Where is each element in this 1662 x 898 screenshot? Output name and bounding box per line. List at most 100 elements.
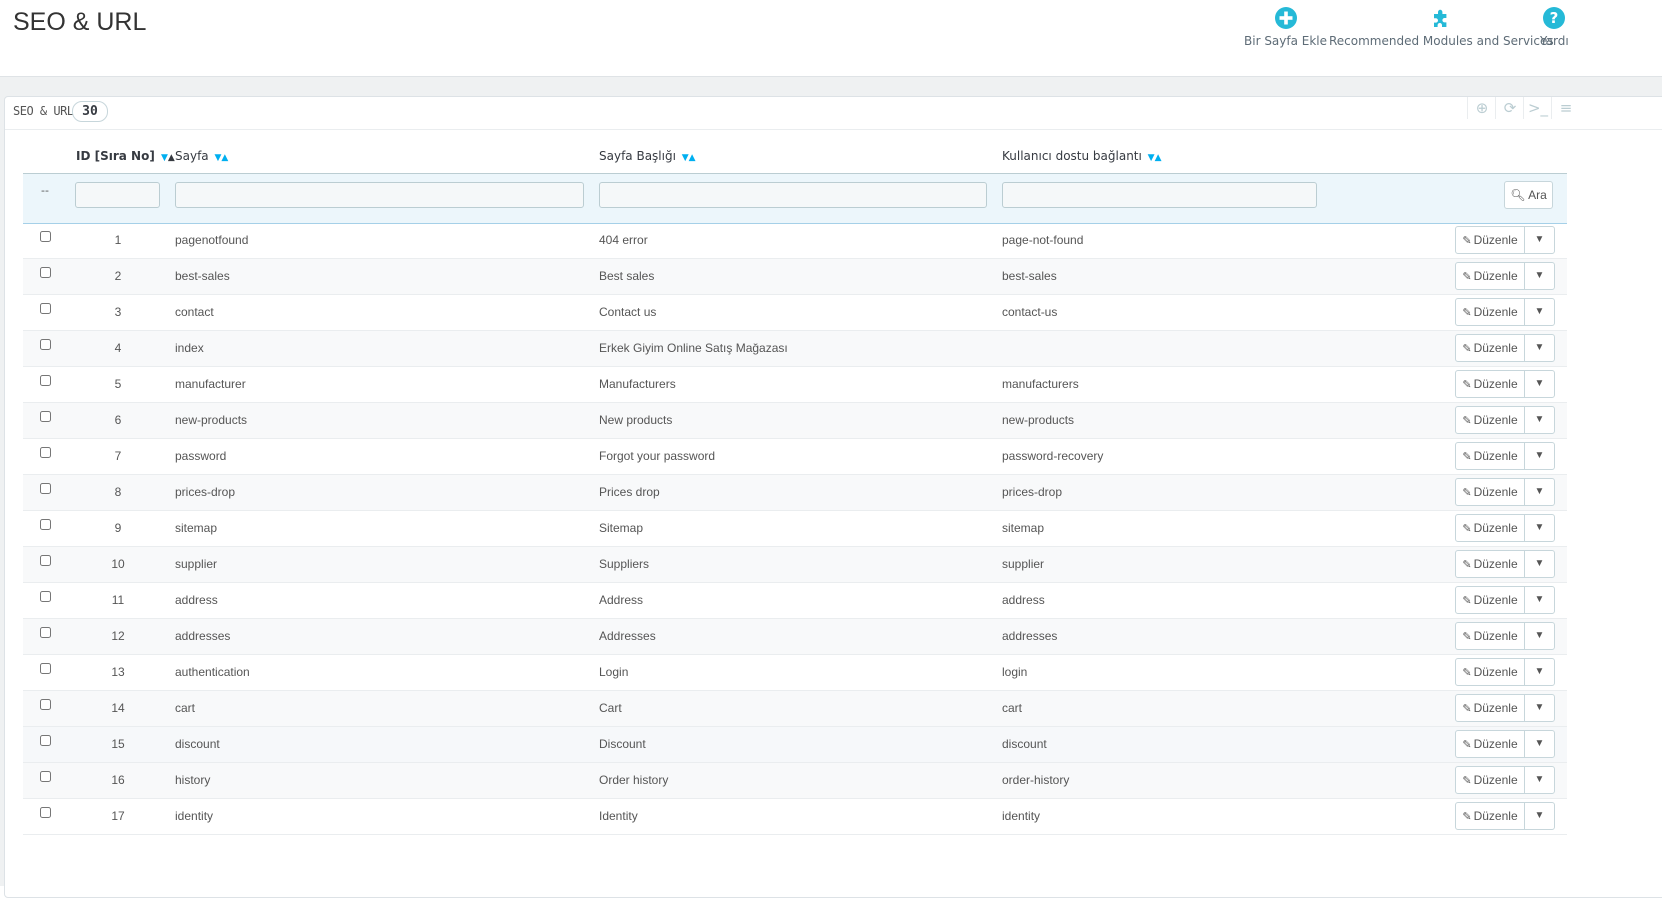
row-id: 10 [111, 557, 125, 571]
sort-asc-icon[interactable]: ▲ [689, 153, 696, 163]
edit-button[interactable]: ✎ Düzenle [1455, 802, 1525, 830]
row-checkbox[interactable] [40, 447, 51, 458]
table-row[interactable]: 8 prices-drop Prices drop prices-drop ✎ Düzen… [23, 475, 1567, 511]
table-row[interactable]: 4 index Erkek Giyim Online Satış Mağazası ✎… [23, 331, 1567, 367]
row-checkbox[interactable] [40, 807, 51, 818]
row-actions-dropdown-button[interactable]: ▼ [1524, 334, 1555, 362]
edit-button[interactable]: ✎ Düzenle [1455, 298, 1525, 326]
filter-friendly-url-input[interactable] [1002, 182, 1317, 208]
add-new-tool-button[interactable]: ⊕ [1467, 97, 1496, 119]
sql-tool-button[interactable]: >_ [1523, 97, 1552, 119]
help-button[interactable]: ? Yardı [1540, 6, 1569, 48]
edit-button[interactable]: ✎ Düzenle [1455, 694, 1525, 722]
caret-down-icon: ▼ [1534, 378, 1545, 389]
filter-page-input[interactable] [175, 182, 584, 208]
row-page: cart [175, 701, 196, 715]
row-actions: ✎ Düzenle ▼ [1455, 514, 1555, 542]
row-actions-dropdown-button[interactable]: ▼ [1524, 370, 1555, 398]
add-page-button[interactable]: Bir Sayfa Ekle [1244, 6, 1327, 48]
row-id: 1 [114, 233, 122, 247]
table-row[interactable]: 6 new-products New products new-products ✎ Dü… [23, 403, 1567, 439]
row-actions-dropdown-button[interactable]: ▼ [1524, 478, 1555, 506]
row-checkbox[interactable] [40, 555, 51, 566]
row-checkbox[interactable] [40, 663, 51, 674]
table-row[interactable]: 9 sitemap Sitemap sitemap ✎ Düzenle ▼ [23, 511, 1567, 547]
edit-button[interactable]: ✎ Düzenle [1455, 226, 1525, 254]
table-row[interactable]: 11 address Address address ✎ Düzenle ▼ [23, 583, 1567, 619]
row-actions-dropdown-button[interactable]: ▼ [1524, 550, 1555, 578]
row-checkbox[interactable] [40, 771, 51, 782]
sort-asc-icon[interactable]: ▲ [168, 153, 175, 163]
table-row[interactable]: 7 password Forgot your password password-re… [23, 439, 1567, 475]
table-row[interactable]: 16 history Order history order-history ✎ Düze… [23, 763, 1567, 799]
edit-button[interactable]: ✎ Düzenle [1455, 622, 1525, 650]
row-actions-dropdown-button[interactable]: ▼ [1524, 802, 1555, 830]
edit-button[interactable]: ✎ Düzenle [1455, 442, 1525, 470]
row-actions-dropdown-button[interactable]: ▼ [1524, 262, 1555, 290]
table-row[interactable]: 15 discount Discount discount ✎ Düzenle ▼ [23, 727, 1567, 763]
edit-button[interactable]: ✎ Düzenle [1455, 766, 1525, 794]
row-checkbox[interactable] [40, 591, 51, 602]
row-checkbox[interactable] [40, 231, 51, 242]
row-actions-dropdown-button[interactable]: ▼ [1524, 586, 1555, 614]
row-friendly-url: best-sales [1002, 269, 1057, 283]
sort-asc-icon[interactable]: ▲ [221, 153, 228, 163]
row-checkbox[interactable] [40, 303, 51, 314]
row-checkbox[interactable] [40, 339, 51, 350]
row-actions-dropdown-button[interactable]: ▼ [1524, 514, 1555, 542]
edit-button[interactable]: ✎ Düzenle [1455, 586, 1525, 614]
row-actions-dropdown-button[interactable]: ▼ [1524, 442, 1555, 470]
help-label: Yardı [1540, 34, 1569, 48]
edit-button[interactable]: ✎ Düzenle [1455, 262, 1525, 290]
edit-button[interactable]: ✎ Düzenle [1455, 406, 1525, 434]
filter-id-input[interactable] [75, 182, 160, 208]
edit-button[interactable]: ✎ Düzenle [1455, 370, 1525, 398]
sort-desc-icon[interactable]: ▼ [1148, 153, 1155, 163]
row-checkbox[interactable] [40, 267, 51, 278]
row-checkbox[interactable] [40, 411, 51, 422]
row-actions: ✎ Düzenle ▼ [1455, 262, 1555, 290]
table-row[interactable]: 5 manufacturer Manufacturers manufacturers ✎… [23, 367, 1567, 403]
database-icon: ≡ [1559, 99, 1573, 117]
row-checkbox[interactable] [40, 699, 51, 710]
row-id: 7 [114, 449, 122, 463]
row-actions: ✎ Düzenle ▼ [1455, 334, 1555, 362]
sort-desc-icon[interactable]: ▼ [682, 153, 689, 163]
table-row[interactable]: 1 pagenotfound 404 error page-not-found ✎ Düz… [23, 223, 1567, 259]
table-row[interactable]: 14 cart Cart cart ✎ Düzenle ▼ [23, 691, 1567, 727]
sort-asc-icon[interactable]: ▲ [1155, 153, 1162, 163]
refresh-tool-button[interactable]: ⟳ [1495, 97, 1524, 119]
row-actions-dropdown-button[interactable]: ▼ [1524, 730, 1555, 758]
row-actions: ✎ Düzenle ▼ [1455, 730, 1555, 758]
search-button[interactable]: 🔍︎ Ara [1504, 181, 1553, 209]
row-checkbox[interactable] [40, 483, 51, 494]
edit-button[interactable]: ✎ Düzenle [1455, 514, 1525, 542]
row-actions-dropdown-button[interactable]: ▼ [1524, 658, 1555, 686]
table-row[interactable]: 3 contact Contact us contact-us ✎ Düzenle ▼ [23, 295, 1567, 331]
table-row[interactable]: 17 identity Identity identity ✎ Düzenle ▼ [23, 799, 1567, 835]
row-actions-dropdown-button[interactable]: ▼ [1524, 622, 1555, 650]
recommended-modules-button[interactable]: Recommended Modules and Services [1329, 6, 1554, 48]
export-tool-button[interactable]: ≡ [1551, 97, 1580, 119]
table-row[interactable]: 13 authentication Login login ✎ Düzenle ▼ [23, 655, 1567, 691]
table-row[interactable]: 10 supplier Suppliers supplier ✎ Düzenle ▼ [23, 547, 1567, 583]
edit-button[interactable]: ✎ Düzenle [1455, 334, 1525, 362]
sort-desc-icon[interactable]: ▼ [161, 153, 168, 163]
edit-button[interactable]: ✎ Düzenle [1455, 658, 1525, 686]
edit-button[interactable]: ✎ Düzenle [1455, 478, 1525, 506]
row-checkbox[interactable] [40, 375, 51, 386]
table-row[interactable]: 2 best-sales Best sales best-sales ✎ Düzenle ▼ [23, 259, 1567, 295]
row-actions-dropdown-button[interactable]: ▼ [1524, 406, 1555, 434]
table-row[interactable]: 12 addresses Addresses addresses ✎ Düzenle ▼ [23, 619, 1567, 655]
row-checkbox[interactable] [40, 735, 51, 746]
row-actions-dropdown-button[interactable]: ▼ [1524, 298, 1555, 326]
filter-page-title-input[interactable] [599, 182, 987, 208]
edit-button[interactable]: ✎ Düzenle [1455, 550, 1525, 578]
edit-button[interactable]: ✎ Düzenle [1455, 730, 1525, 758]
row-actions-dropdown-button[interactable]: ▼ [1524, 226, 1555, 254]
row-page: best-sales [175, 269, 230, 283]
row-actions-dropdown-button[interactable]: ▼ [1524, 766, 1555, 794]
row-checkbox[interactable] [40, 519, 51, 530]
row-checkbox[interactable] [40, 627, 51, 638]
row-actions-dropdown-button[interactable]: ▼ [1524, 694, 1555, 722]
